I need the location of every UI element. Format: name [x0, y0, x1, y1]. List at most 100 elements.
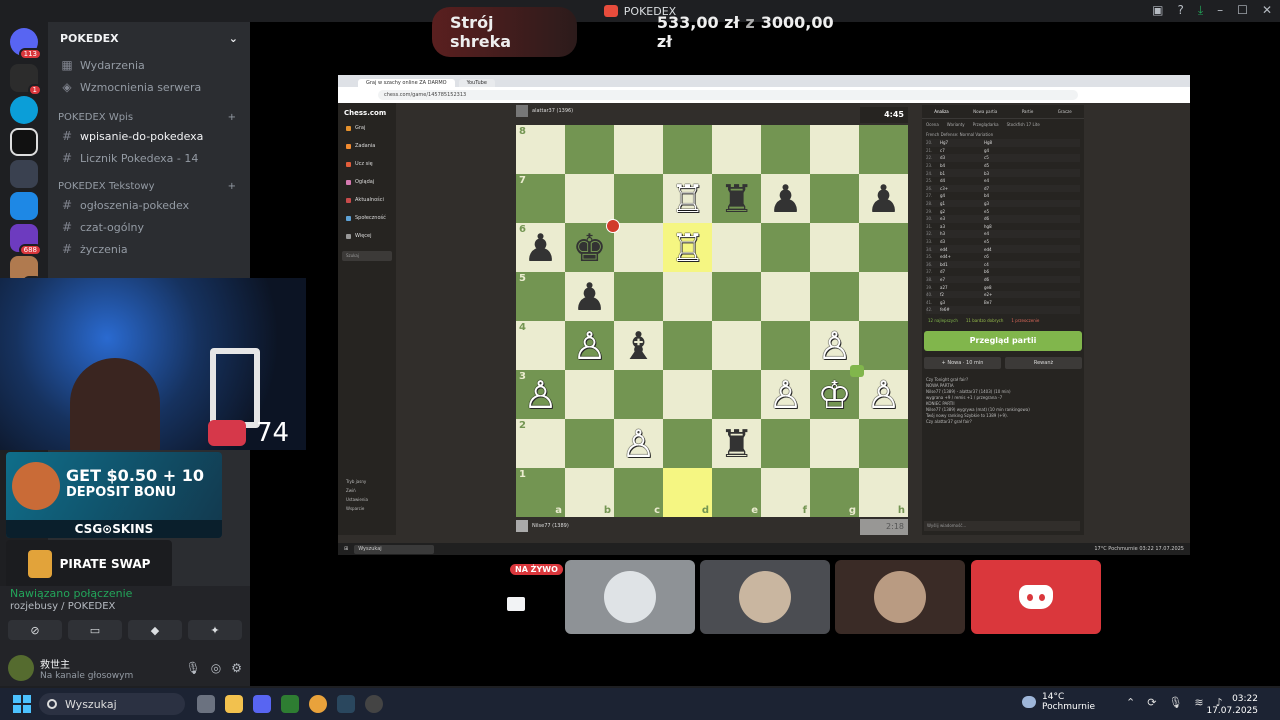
move-san[interactable]: e5: [984, 239, 1024, 244]
board-square[interactable]: [614, 272, 663, 321]
board-square[interactable]: [761, 223, 810, 272]
move-row[interactable]: 20. Hg7 Hg8: [926, 139, 1080, 147]
boosts-item[interactable]: ◈ Wzmocnienia serwera: [48, 76, 250, 98]
move-san[interactable]: e2+: [984, 292, 1024, 297]
xbox-icon[interactable]: [281, 695, 299, 713]
move-row[interactable]: 37. d7 b6: [926, 268, 1080, 276]
board-square[interactable]: [859, 321, 908, 370]
move-san[interactable]: g3: [984, 201, 1024, 206]
board-square[interactable]: ♖: [663, 174, 712, 223]
move-san[interactable]: bd1: [940, 262, 984, 267]
board-square[interactable]: [859, 223, 908, 272]
board-square[interactable]: [663, 419, 712, 468]
move-san[interactable]: c4: [984, 262, 1024, 267]
chess-piece[interactable]: ♟: [572, 278, 606, 316]
move-san[interactable]: d5: [984, 163, 1024, 168]
board-square[interactable]: ♟: [761, 174, 810, 223]
move-row[interactable]: 33. d3 e5: [926, 238, 1080, 246]
move-san[interactable]: e7: [940, 277, 984, 282]
close-button[interactable]: ✕: [1262, 3, 1272, 18]
move-san[interactable]: g2: [940, 209, 984, 214]
server-icon[interactable]: [10, 128, 38, 156]
board-square[interactable]: [712, 223, 761, 272]
chess-piece[interactable]: ♟: [866, 180, 900, 218]
board-square[interactable]: ♝: [614, 321, 663, 370]
chess-piece[interactable]: ♟: [768, 180, 802, 218]
move-san[interactable]: e3: [940, 216, 984, 221]
board-square[interactable]: e: [712, 468, 761, 517]
move-san[interactable]: c7: [940, 148, 984, 153]
board-square[interactable]: [761, 419, 810, 468]
light-mode-link[interactable]: Tryb jasny: [338, 477, 376, 486]
move-san[interactable]: g1: [940, 201, 984, 206]
board-square[interactable]: 7: [516, 174, 565, 223]
task-view-icon[interactable]: [197, 695, 215, 713]
move-san[interactable]: c3+: [940, 186, 984, 191]
tab-players[interactable]: Gracze: [1058, 109, 1072, 114]
voice-channel[interactable]: rozjebusy / POKEDEX: [0, 601, 250, 612]
board-square[interactable]: [712, 125, 761, 174]
board-square[interactable]: [663, 125, 712, 174]
move-san[interactable]: ed4: [940, 247, 984, 252]
participant-tile[interactable]: [835, 560, 965, 634]
move-san[interactable]: hg8: [984, 224, 1024, 229]
move-san[interactable]: Be7: [984, 300, 1024, 305]
board-square[interactable]: [859, 272, 908, 321]
board-square[interactable]: ♜: [712, 174, 761, 223]
inner-search[interactable]: Wyszukaj: [354, 544, 435, 554]
taskbar-weather[interactable]: 14°C Pochmurnie: [1022, 692, 1095, 712]
move-san[interactable]: d6: [984, 216, 1024, 221]
taskbar-clock[interactable]: 03:22 17.07.2025: [1206, 693, 1258, 717]
move-row[interactable]: 40. f2 e2+: [926, 290, 1080, 299]
move-row[interactable]: 31. a3 hg8: [926, 223, 1080, 231]
option-toggle[interactable]: Warianty: [947, 122, 965, 127]
move-san[interactable]: ed4: [984, 247, 1024, 252]
soundboard-button[interactable]: ✦: [188, 620, 242, 640]
move-san[interactable]: d7: [984, 186, 1024, 191]
move-san[interactable]: b6: [984, 269, 1024, 274]
board-square[interactable]: ♙: [565, 321, 614, 370]
board-square[interactable]: f: [761, 468, 810, 517]
board-square[interactable]: ♙: [859, 370, 908, 419]
url-field[interactable]: chess.com/game/145785152313: [378, 90, 1078, 100]
camera-off-button[interactable]: ⊘: [8, 620, 62, 640]
chat-input[interactable]: Wyślij wiadomość...: [924, 521, 1080, 531]
board-square[interactable]: [663, 370, 712, 419]
move-san[interactable]: e4: [984, 178, 1024, 183]
microphone-icon[interactable]: 🎙︎: [186, 661, 201, 675]
option-toggle[interactable]: Ocena: [926, 122, 939, 127]
download-icon[interactable]: ⤓: [1198, 3, 1203, 18]
board-square[interactable]: [761, 321, 810, 370]
board-square[interactable]: [761, 272, 810, 321]
move-san[interactable]: b4: [940, 163, 984, 168]
server-icon[interactable]: [10, 192, 38, 220]
move-san[interactable]: ed4+: [940, 254, 984, 259]
chess-piece[interactable]: ♝: [621, 327, 655, 365]
channel-item[interactable]: # ogłoszenia-pokedex: [48, 194, 250, 216]
browser-tab[interactable]: YouTube: [458, 79, 495, 87]
chess-piece[interactable]: ♙: [817, 327, 851, 365]
board-square[interactable]: [761, 125, 810, 174]
move-row[interactable]: 30. e3 d6: [926, 214, 1080, 223]
windows-start-icon[interactable]: [13, 695, 31, 713]
move-san[interactable]: d7: [940, 269, 984, 274]
move-row[interactable]: 21. c7 g4: [926, 147, 1080, 155]
move-row[interactable]: 24. b1 b3: [926, 169, 1080, 177]
move-row[interactable]: 27. g4 b4: [926, 192, 1080, 200]
headphones-icon[interactable]: ◎: [211, 661, 221, 675]
move-row[interactable]: 39. a27 ge8: [926, 283, 1080, 291]
discord-icon[interactable]: [253, 695, 271, 713]
move-san[interactable]: g3: [940, 300, 984, 305]
move-row[interactable]: 29. g2 e5: [926, 207, 1080, 215]
board-square[interactable]: g: [810, 468, 859, 517]
board-square[interactable]: ♙: [761, 370, 810, 419]
server-icon[interactable]: 688: [10, 224, 42, 256]
board-square[interactable]: [810, 125, 859, 174]
board-square[interactable]: ♙: [614, 419, 663, 468]
move-row[interactable]: 38. e7 d6: [926, 275, 1080, 284]
move-san[interactable]: c5: [984, 155, 1024, 160]
move-san[interactable]: Hg8: [984, 140, 1024, 145]
board-square[interactable]: [565, 125, 614, 174]
channel-item[interactable]: # życzenia: [48, 238, 250, 260]
nav-more[interactable]: Więcej: [338, 227, 396, 245]
